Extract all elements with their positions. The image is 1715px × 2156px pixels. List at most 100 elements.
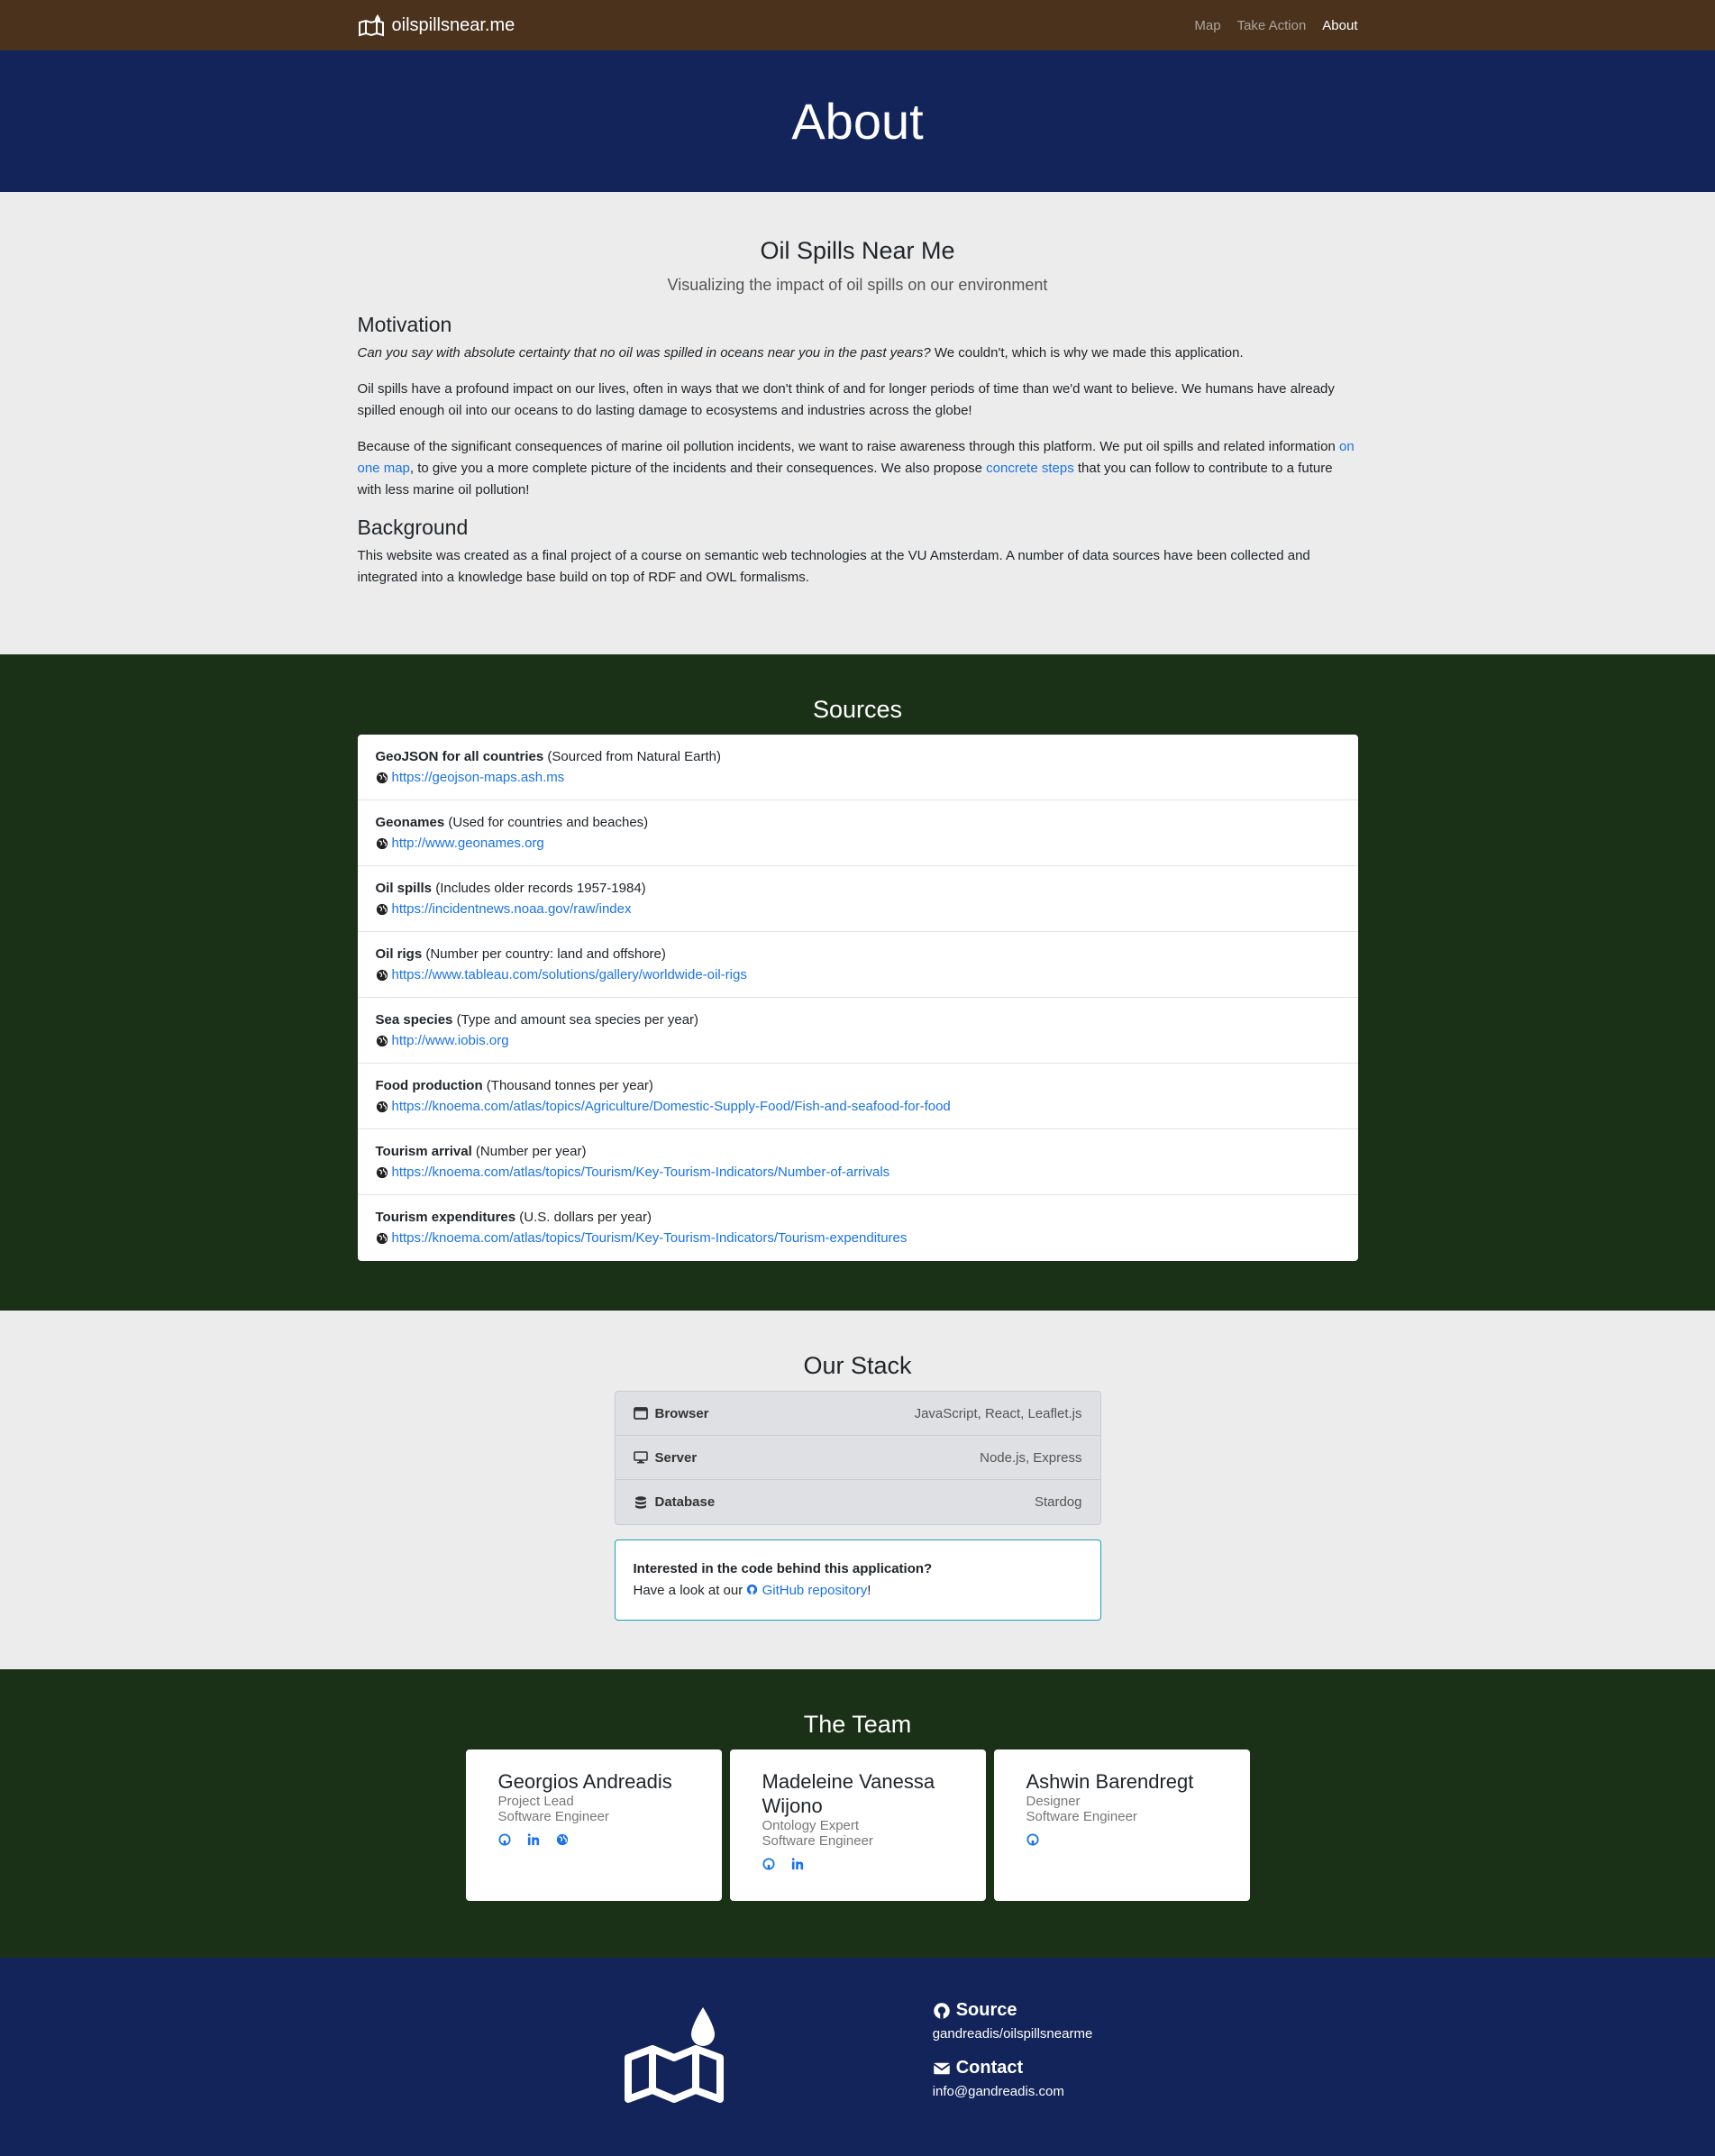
source-item: Geonames (Used for countries and beaches… [357, 800, 1358, 866]
footer-contact-heading: Contact [933, 2058, 1093, 2078]
team-section: The Team Georgios Andreadis Project Lead… [0, 1669, 1715, 1958]
footer-links: Source gandreadis/oilspillsnearme Contac… [933, 2000, 1093, 2115]
info-text: Have a look at our GitHub repository! [634, 1580, 1082, 1602]
source-desc: (U.S. dollars per year) [515, 1210, 652, 1225]
source-desc: (Used for countries and beaches) [444, 815, 649, 830]
source-name: Geonames [375, 815, 445, 830]
member-name: Georgios Andreadis [497, 1770, 672, 1793]
nav-about-link[interactable]: About [1322, 18, 1357, 33]
nav-map-link[interactable]: Map [1194, 18, 1220, 33]
motivation-paragraph-3: Because of the significant consequences … [358, 436, 1358, 501]
source-heading-label: Source [955, 2000, 1017, 2020]
info-post: ! [867, 1583, 871, 1598]
globe-icon[interactable] [556, 1833, 569, 1850]
stack-key: Server [654, 1449, 698, 1466]
github-icon[interactable] [1026, 1833, 1039, 1850]
footer-contact-link[interactable]: info@gandreadis.com [933, 2084, 1064, 2099]
member-role: Ontology Expert [762, 1818, 860, 1833]
p3-text-b: , to give you a more complete picture of… [409, 461, 987, 476]
info-title: Interested in the code behind this appli… [633, 1561, 933, 1576]
stack-table: Browser JavaScript, React, Leaflet.js Se… [614, 1391, 1101, 1525]
about-section: Oil Spills Near Me Visualizing the impac… [0, 192, 1715, 654]
nav-take-action-link[interactable]: Take Action [1237, 18, 1307, 33]
source-name: Oil rigs [375, 946, 423, 962]
footer-logo [623, 2005, 725, 2111]
source-url-link[interactable]: https://geojson-maps.ash.ms [392, 767, 565, 789]
source-name: GeoJSON for all countries [375, 749, 544, 764]
brand-link[interactable]: oilspillsnear.me [358, 14, 515, 37]
background-heading: Background [357, 516, 469, 539]
source-name: Food production [375, 1078, 483, 1093]
source-item: Tourism expenditures (U.S. dollars per y… [358, 1195, 1358, 1261]
motivation-paragraph-2: Oil spills have a profound impact on our… [357, 381, 1335, 418]
github-icon [747, 1584, 758, 1595]
member-name: Ashwin Barendregt [1026, 1770, 1194, 1793]
source-url-link[interactable]: https://knoema.com/atlas/topics/Tourism/… [392, 1228, 908, 1249]
database-icon [634, 1495, 646, 1509]
github-repository-link[interactable]: GitHub repository [746, 1583, 867, 1598]
navbar: oilspillsnear.me Map Take Action About [0, 0, 1715, 50]
motivation-answer: We couldn't, which is why we made this a… [930, 345, 1244, 361]
nav-links: Map Take Action About [1194, 18, 1357, 33]
linkedin-icon[interactable] [527, 1833, 540, 1850]
source-desc: (Sourced from Natural Earth) [543, 749, 721, 764]
page-title: About [791, 93, 924, 150]
stack-value: JavaScript, React, Leaflet.js [914, 1405, 1082, 1421]
footer-source-heading: Source [933, 2000, 1093, 2021]
stack-row-server: Server Node.js, Express [615, 1436, 1100, 1480]
background-paragraph: This website was created as a final proj… [357, 548, 1310, 585]
globe-icon [376, 837, 388, 850]
stack-row-database: Database Stardog [616, 1480, 1100, 1524]
globe-icon [376, 903, 388, 916]
source-name: Tourism arrival [375, 1144, 472, 1159]
footer: Source gandreadis/oilspillsnearme Contac… [0, 1958, 1715, 2156]
stack-section: Our Stack Browser JavaScript, React, Lea… [0, 1311, 1715, 1669]
globe-icon [376, 772, 388, 784]
linkedin-icon[interactable] [791, 1858, 804, 1875]
info-pre: Have a look at our [633, 1583, 747, 1598]
browser-window-icon [633, 1407, 648, 1420]
source-url-link[interactable]: https://knoema.com/atlas/topics/Tourism/… [392, 1162, 890, 1183]
source-url-link[interactable]: https://incidentnews.noaa.gov/raw/index [392, 899, 632, 920]
source-title: Oil rigs (Number per country: land and o… [376, 945, 1340, 964]
map-drop-logo-icon [358, 14, 384, 37]
member-role: Software Engineer [762, 1833, 873, 1849]
team-cards: Georgios Andreadis Project Lead Software… [0, 1749, 1715, 1901]
team-card-madeleine: Madeleine Vanessa Wijono Ontology Expert… [729, 1749, 986, 1901]
team-title: The Team [803, 1711, 912, 1738]
source-url-link[interactable]: http://www.iobis.org [392, 1030, 509, 1052]
sources-list: GeoJSON for all countries (Sourced from … [357, 735, 1358, 1261]
source-name: Oil spills [375, 881, 433, 896]
member-role: Project Lead [497, 1794, 574, 1809]
stack-key: Database [654, 1494, 716, 1510]
source-item: Tourism arrival (Number per year) https:/… [357, 1129, 1358, 1195]
source-url-link[interactable]: https://knoema.com/atlas/topics/Agricult… [392, 1096, 951, 1118]
globe-icon [376, 1035, 388, 1047]
github-icon [933, 2002, 950, 2019]
hero-banner: About [0, 50, 1715, 192]
brand-name: oilspillsnear.me [391, 14, 515, 35]
about-title: Oil Spills Near Me [760, 237, 955, 264]
globe-icon [376, 1166, 388, 1179]
team-card-ashwin: Ashwin Barendregt Designer Software Engi… [993, 1749, 1250, 1901]
source-title: Food production (Thousand tonnes per yea… [376, 1076, 1340, 1096]
source-title: Tourism arrival (Number per year) [376, 1142, 1340, 1162]
github-link-label: GitHub repository [762, 1583, 868, 1598]
source-name: Tourism expenditures [375, 1210, 516, 1225]
source-item: Sea species (Type and amount sea species… [357, 998, 1358, 1064]
source-url-link[interactable]: http://www.geonames.org [392, 833, 544, 854]
sources-title: Sources [812, 696, 903, 723]
source-url-link[interactable]: https://www.tableau.com/solutions/galler… [392, 964, 747, 986]
github-icon[interactable] [497, 1833, 511, 1850]
stack-key: Browser [654, 1405, 709, 1421]
concrete-steps-link[interactable]: concrete steps [986, 461, 1074, 476]
github-icon[interactable] [762, 1858, 775, 1875]
footer-source-link[interactable]: gandreadis/oilspillsnearme [933, 2026, 1093, 2042]
p3-text-a: Because of the significant consequences … [357, 439, 1339, 454]
motivation-heading: Motivation [357, 313, 452, 336]
source-desc: (Type and amount sea species per year) [452, 1012, 699, 1028]
sources-section: Sources GeoJSON for all countries (Sourc… [0, 654, 1715, 1311]
source-desc: (Number per country: land and offshore) [422, 946, 666, 962]
source-item: Oil rigs (Number per country: land and o… [357, 932, 1358, 998]
member-name: Madeleine Vanessa Wijono [762, 1770, 935, 1817]
